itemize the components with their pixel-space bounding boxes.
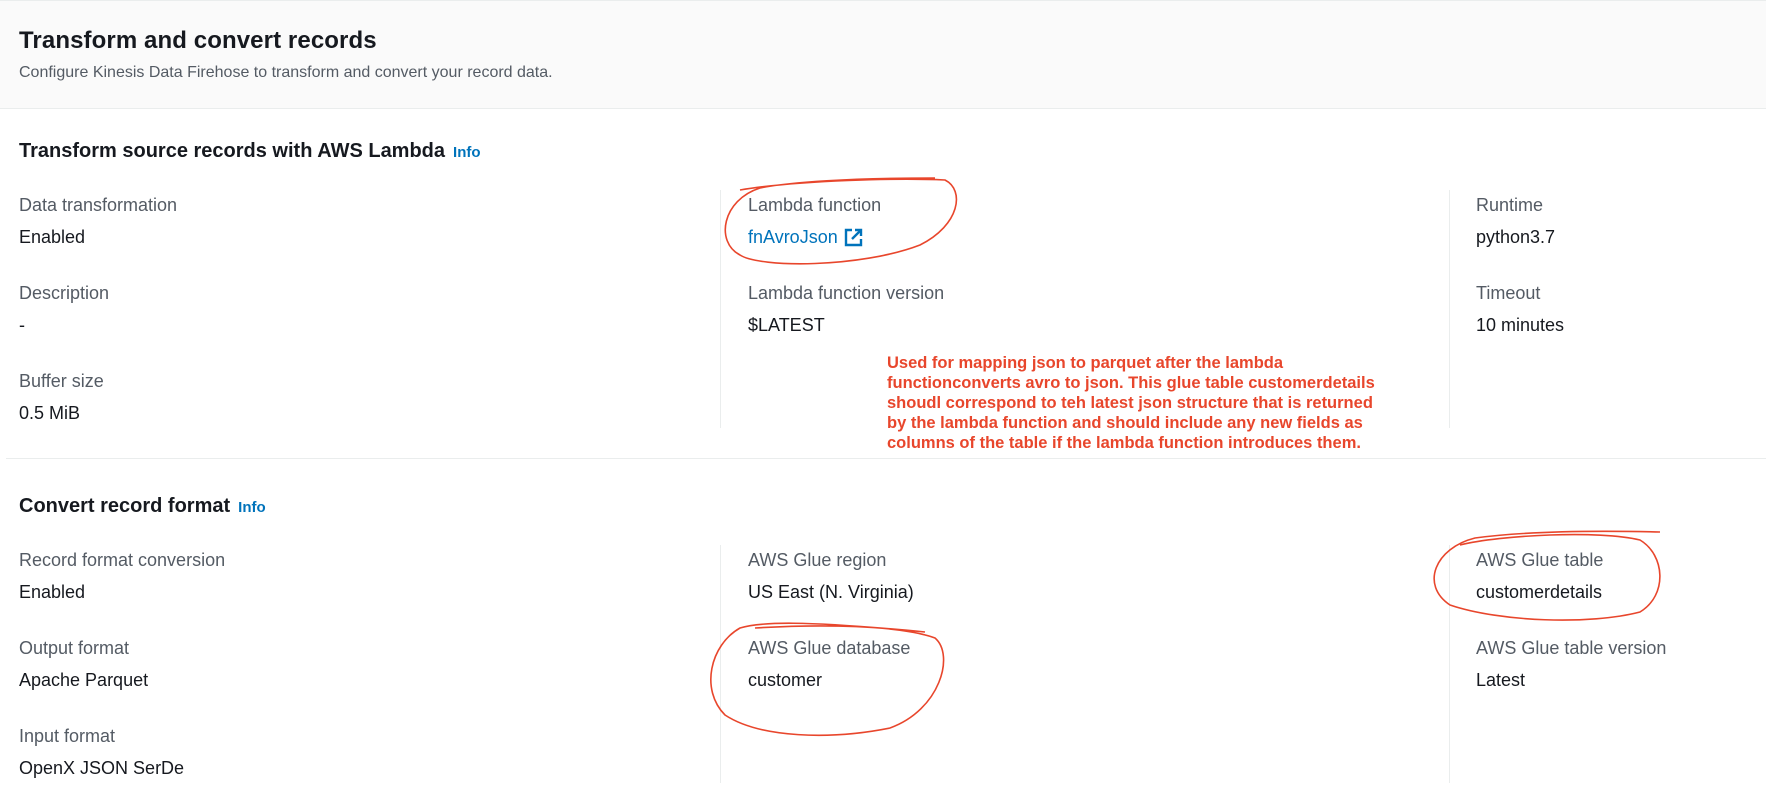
annotation-note: Used for mapping json to parquet after t… <box>887 353 1427 453</box>
glue-table-version-value: Latest <box>1476 670 1526 690</box>
lambda-info-link[interactable]: Info <box>453 144 481 161</box>
record-format-conversion-value: Enabled <box>19 582 86 602</box>
circle-lambda-function <box>724 177 958 265</box>
lambda-function-link-text: fnAvroJson <box>748 227 838 247</box>
timeout-value: 10 minutes <box>1476 315 1565 335</box>
annotation-line: Used for mapping json to parquet after t… <box>887 354 1284 372</box>
column-divider <box>720 545 721 783</box>
annotation-line: by the lambda function and should includ… <box>887 414 1363 432</box>
output-format-value: Apache Parquet <box>19 670 149 690</box>
lambda-section-title-text: Transform source records with AWS Lambda <box>19 140 446 162</box>
description-label: Description <box>19 283 110 303</box>
glue-database-label: AWS Glue database <box>748 638 911 658</box>
timeout-label: Timeout <box>1476 283 1541 303</box>
data-transformation-label: Data transformation <box>19 195 178 215</box>
annotation-line: columns of the table if the lambda funct… <box>887 434 1361 452</box>
glue-region-label: AWS Glue region <box>748 550 887 570</box>
description-value: - <box>19 315 25 335</box>
annotation-line: shoudl correspond to teh latest json str… <box>887 394 1373 412</box>
output-format-label: Output format <box>19 638 130 658</box>
lambda-function-version-label: Lambda function version <box>748 283 945 303</box>
input-format-label: Input format <box>19 726 116 746</box>
glue-database-value: customer <box>748 670 823 690</box>
lambda-function-value: fnAvroJson <box>748 227 863 248</box>
data-transformation-value: Enabled <box>19 227 86 247</box>
section-divider <box>6 458 1766 459</box>
glue-table-label: AWS Glue table <box>1476 550 1604 570</box>
buffer-size-label: Buffer size <box>19 371 104 391</box>
lambda-function-version-value: $LATEST <box>748 315 825 335</box>
lambda-function-label: Lambda function <box>748 195 882 215</box>
runtime-value: python3.7 <box>1476 227 1556 247</box>
record-format-conversion-label: Record format conversion <box>19 550 226 570</box>
runtime-label: Runtime <box>1476 195 1544 215</box>
annotation-line: functionconverts avro to json. This glue… <box>887 374 1375 392</box>
page-subtitle: Configure Kinesis Data Firehose to trans… <box>19 64 553 81</box>
glue-table-version-label: AWS Glue table version <box>1476 638 1667 658</box>
column-divider <box>720 190 721 428</box>
convert-section-title: Convert record format Info <box>19 495 266 518</box>
glue-table-value: customerdetails <box>1476 582 1603 602</box>
lambda-function-link[interactable]: fnAvroJson <box>748 227 863 248</box>
convert-section-title-text: Convert record format <box>19 495 231 517</box>
column-divider <box>1449 545 1450 783</box>
input-format-value: OpenX JSON SerDe <box>19 758 185 778</box>
glue-region-value: US East (N. Virginia) <box>748 582 914 602</box>
column-divider <box>1449 190 1450 428</box>
lambda-section-title: Transform source records with AWS Lambda… <box>19 140 481 163</box>
external-link-icon <box>844 228 863 247</box>
buffer-size-value: 0.5 MiB <box>19 403 81 423</box>
convert-info-link[interactable]: Info <box>238 499 266 516</box>
circle-glue-table <box>1433 530 1661 621</box>
page-header: Transform and convert records Configure … <box>0 0 1766 109</box>
page-title: Transform and convert records <box>19 27 377 54</box>
